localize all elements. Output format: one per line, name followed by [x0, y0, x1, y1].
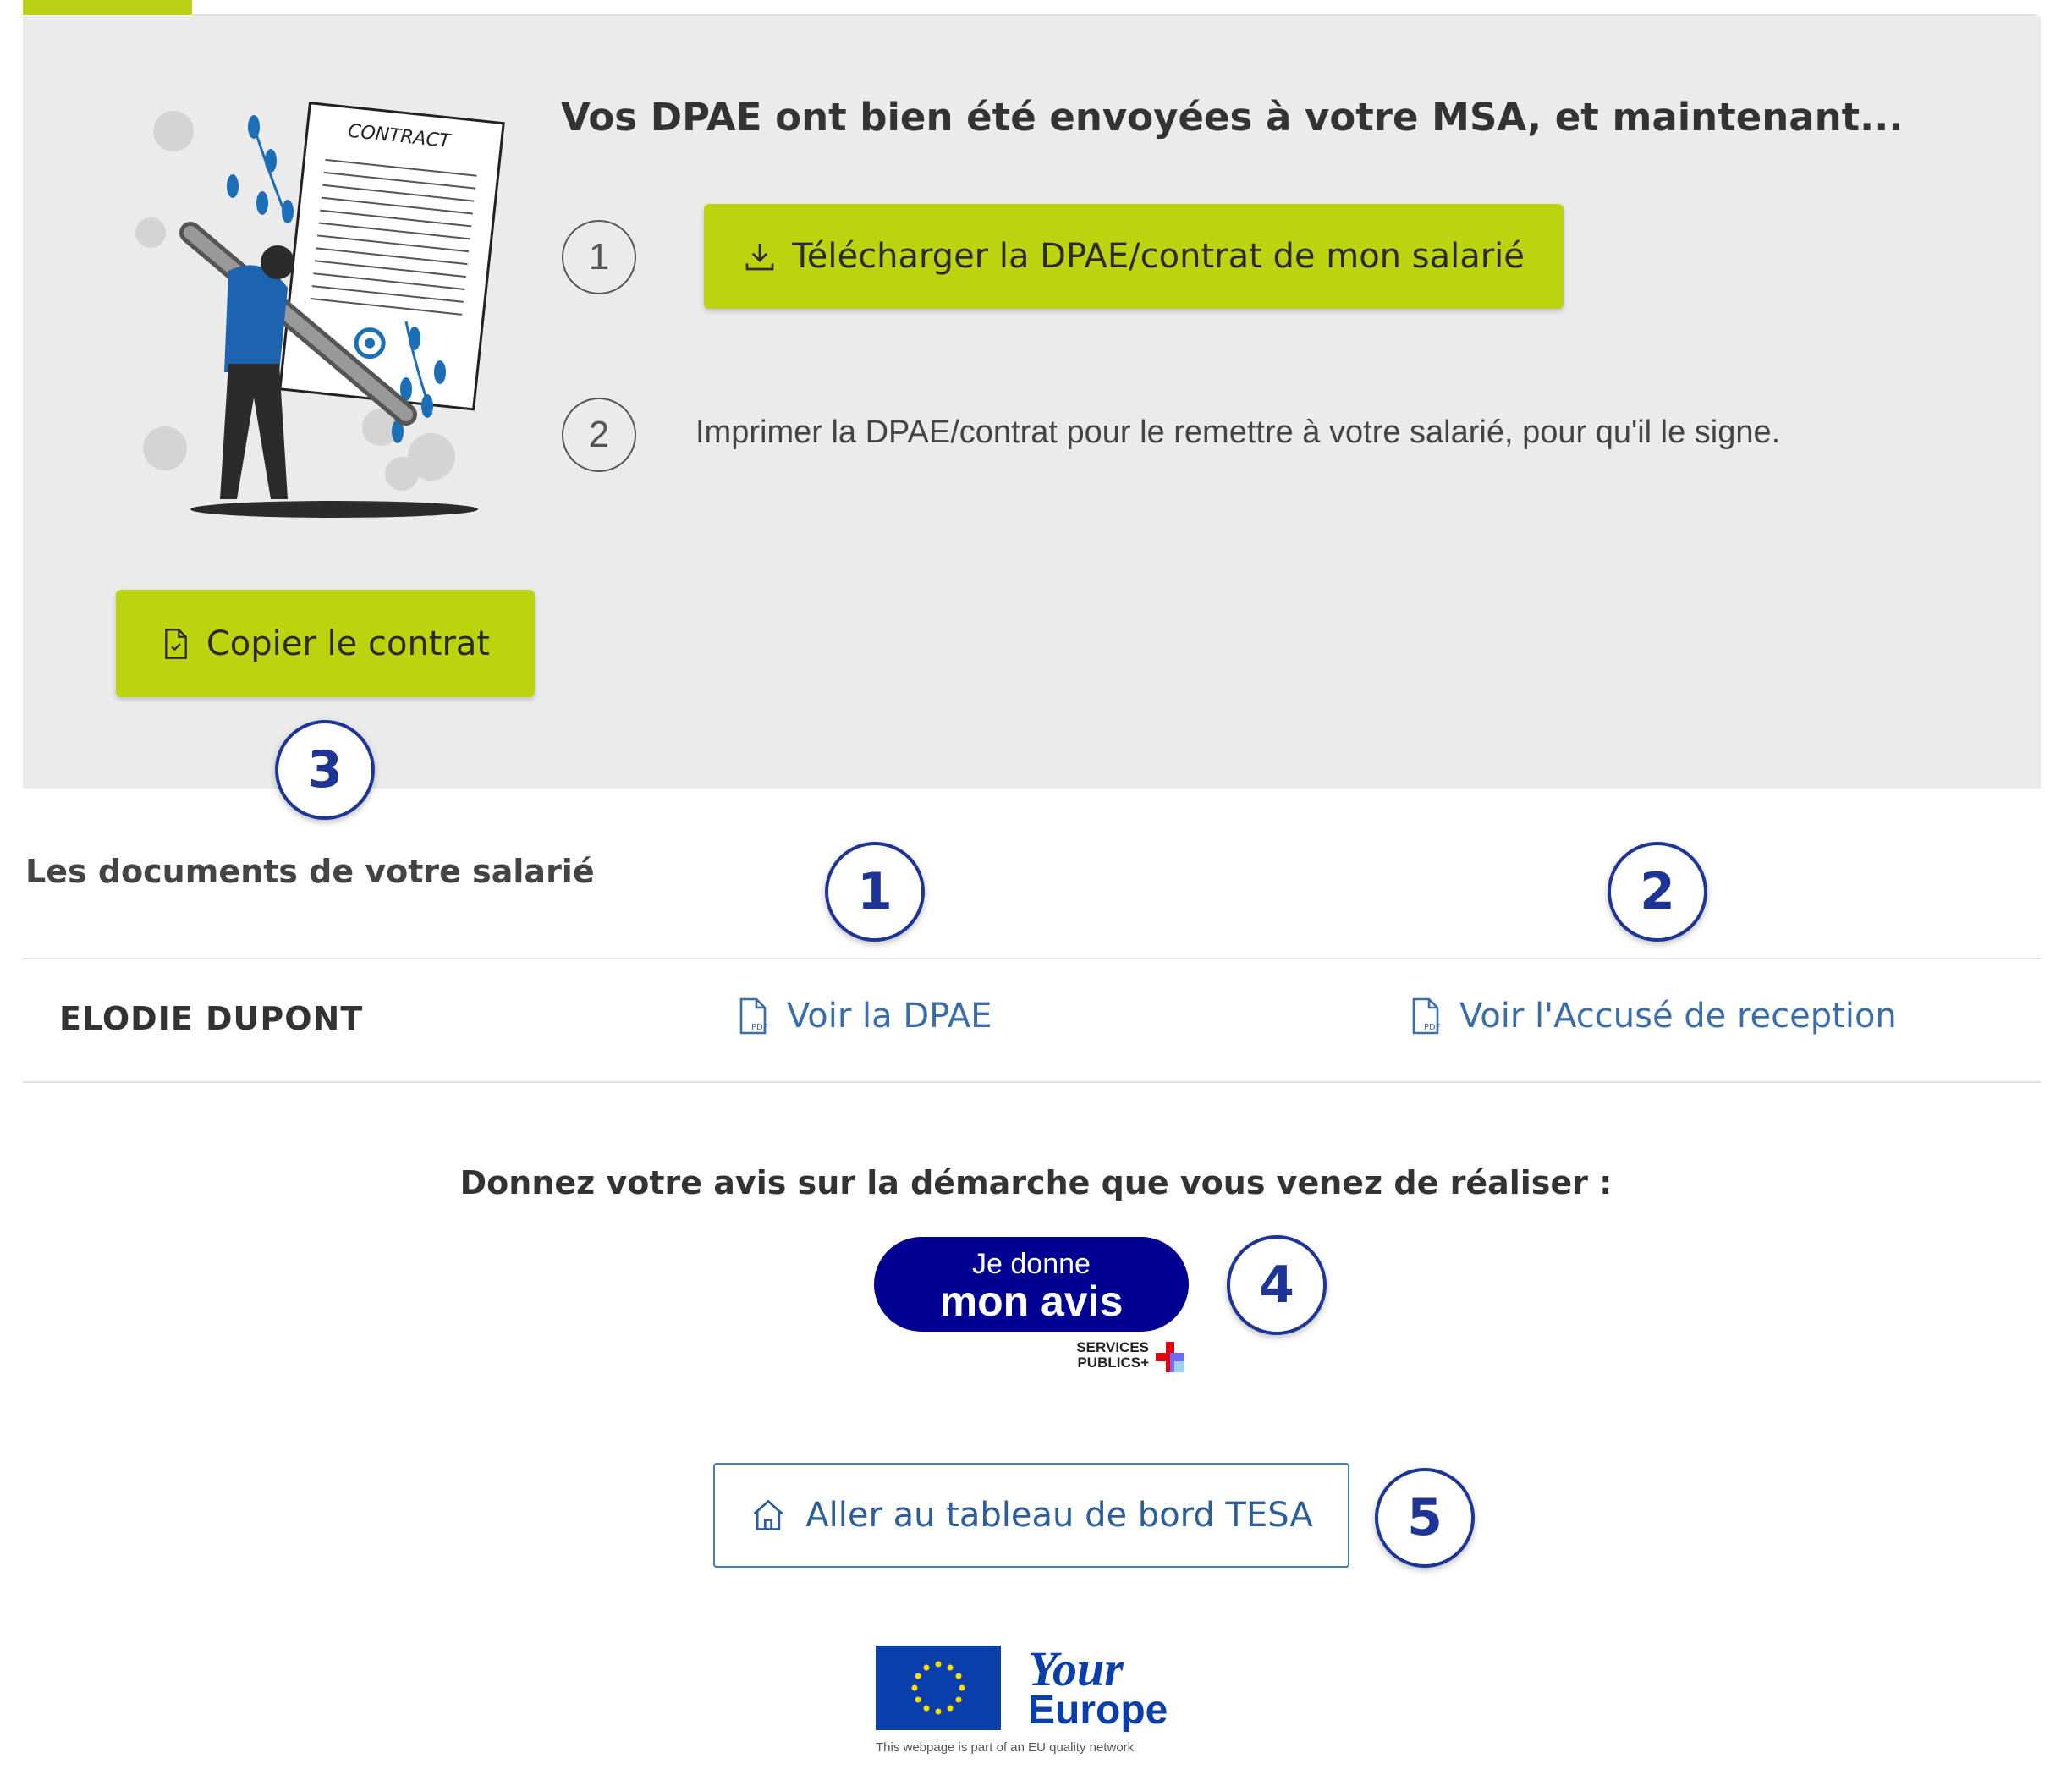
callout-3: 3: [275, 720, 375, 820]
eu-stars-icon: [911, 1661, 965, 1715]
step-number-2: 2: [562, 398, 636, 472]
svg-text:PDF: PDF: [1424, 1023, 1441, 1032]
copy-contract-button[interactable]: Copier le contrat: [116, 590, 535, 697]
pdf-icon: PDF: [739, 997, 768, 1035]
employee-name: ELODIE DUPONT: [59, 1000, 364, 1037]
feedback-button-line1: Je donne: [972, 1248, 1091, 1280]
svg-text:PDF: PDF: [751, 1023, 768, 1032]
callout-2: 2: [1608, 842, 1707, 942]
table-divider-top: [23, 958, 2041, 959]
callout-5: 5: [1375, 1468, 1475, 1568]
contract-illustration: CONTRACT: [135, 102, 505, 518]
callout-4: 4: [1227, 1235, 1327, 1335]
give-feedback-button[interactable]: Je donne mon avis: [874, 1237, 1189, 1332]
step-2-text: Imprimer la DPAE/contrat pour le remettr…: [695, 415, 1781, 450]
services-publics-text: SERVICES PUBLICS+: [1076, 1339, 1149, 1371]
documents-title: Les documents de votre salarié: [25, 853, 595, 890]
pdf-icon: PDF: [1412, 997, 1441, 1035]
download-dpae-label: Télécharger la DPAE/contrat de mon salar…: [792, 237, 1525, 276]
eu-flag: [876, 1646, 1001, 1730]
your-europe-logo: Your Europe This webpage is part of an E…: [876, 1641, 1193, 1764]
home-icon: [753, 1499, 783, 1530]
view-dpae-label: Voir la DPAE: [787, 997, 992, 1036]
plus-icon: [1156, 1342, 1184, 1372]
your-europe-line1: Your: [1028, 1641, 1124, 1696]
view-dpae-link[interactable]: PDF Voir la DPAE: [736, 997, 992, 1036]
view-receipt-link[interactable]: PDF Voir l'Accusé de reception: [1409, 997, 1897, 1036]
step-number-1: 1: [562, 220, 636, 294]
document-icon: [165, 628, 187, 659]
your-europe-caption: This webpage is part of an EU quality ne…: [876, 1740, 1135, 1755]
services-publics-logo: SERVICES PUBLICS+: [1073, 1338, 1191, 1376]
dashboard-button[interactable]: Aller au tableau de bord TESA: [713, 1463, 1349, 1568]
download-dpae-button[interactable]: Télécharger la DPAE/contrat de mon salar…: [704, 204, 1564, 309]
feedback-button-line2: mon avis: [939, 1278, 1124, 1325]
table-divider-bottom: [23, 1081, 2041, 1083]
dashboard-button-label: Aller au tableau de bord TESA: [805, 1496, 1313, 1535]
your-europe-line2: Europe: [1028, 1688, 1168, 1733]
panel-heading: Vos DPAE ont bien été envoyées à votre M…: [561, 95, 1904, 140]
copy-contract-label: Copier le contrat: [206, 624, 491, 663]
callout-1: 1: [825, 842, 925, 942]
feedback-question: Donnez votre avis sur la démarche que vo…: [459, 1164, 1613, 1201]
download-icon: [745, 244, 774, 271]
top-accent-bar: [23, 0, 192, 15]
view-receipt-label: Voir l'Accusé de reception: [1459, 997, 1897, 1036]
